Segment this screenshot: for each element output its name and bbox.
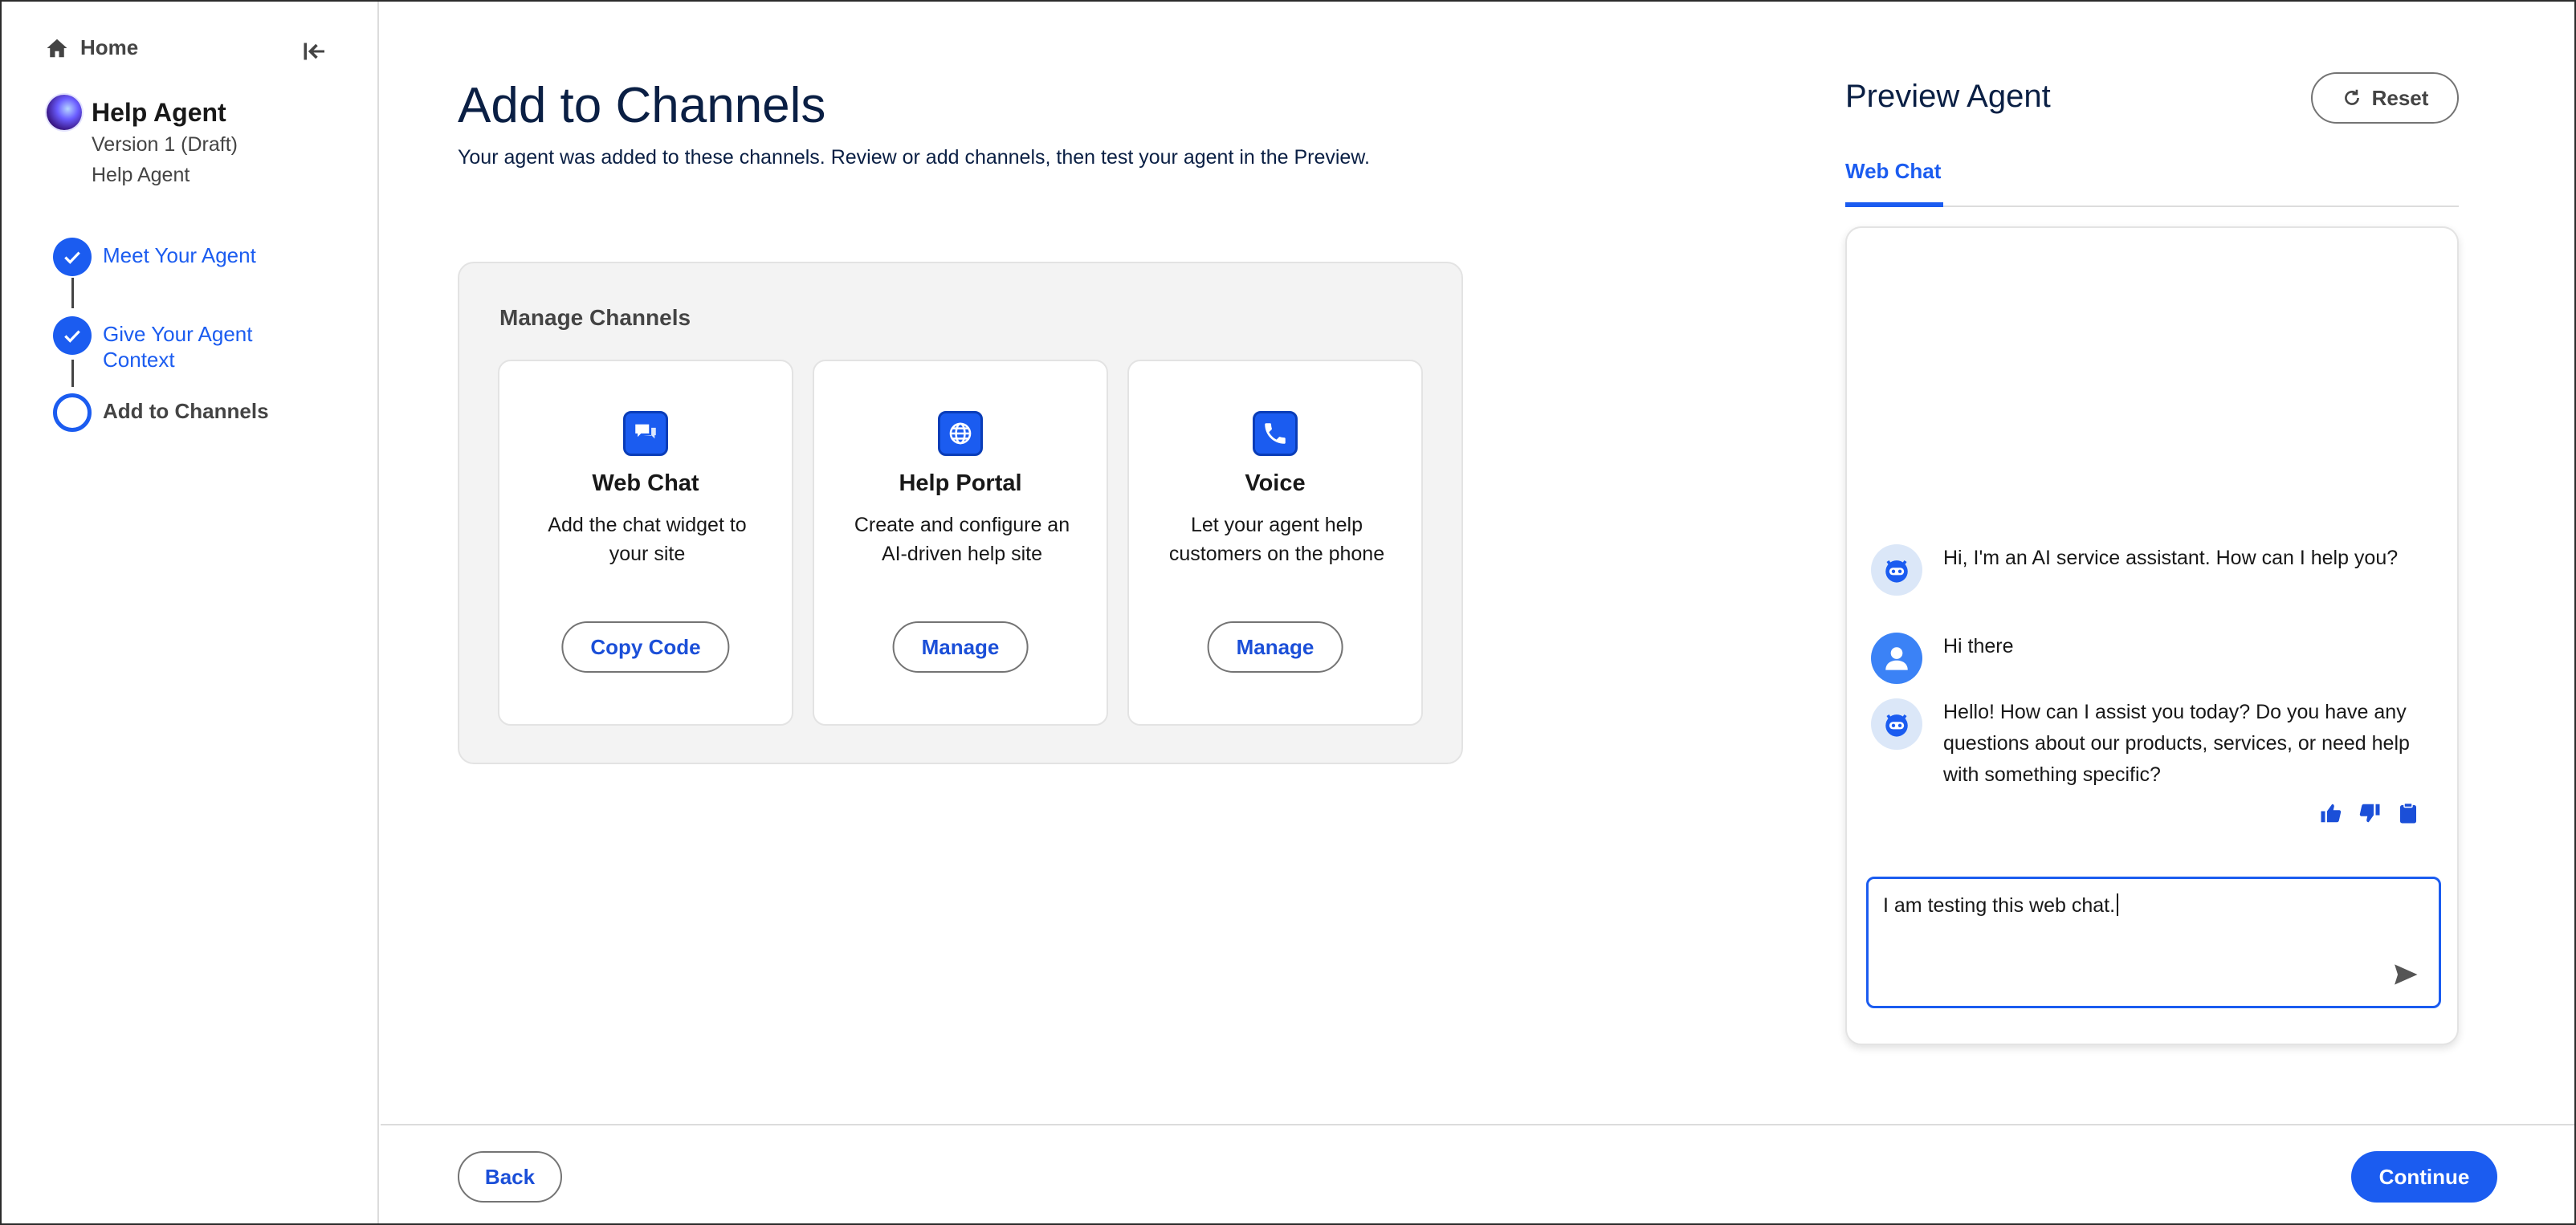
thumbs-down-icon[interactable] <box>2358 801 2382 825</box>
chat-bubble-icon <box>623 411 668 456</box>
clipboard-icon[interactable] <box>2396 801 2420 825</box>
check-icon <box>53 238 92 276</box>
continue-button[interactable]: Continue <box>2351 1151 2497 1203</box>
user-avatar-icon <box>1871 633 1922 684</box>
step-add-to-channels[interactable]: Add to Channels <box>53 393 269 432</box>
agent-version: Version 1 (Draft) <box>92 133 238 156</box>
manage-help-portal-button[interactable]: Manage <box>892 621 1029 673</box>
step-label-line-1: Give Your Agent <box>103 322 253 346</box>
reset-button[interactable]: Reset <box>2311 72 2459 124</box>
home-link[interactable]: Home <box>45 35 138 60</box>
back-button[interactable]: Back <box>458 1151 562 1203</box>
chat-window: Hi, I'm an AI service assistant. How can… <box>1845 226 2459 1045</box>
copy-code-button[interactable]: Copy Code <box>561 621 730 673</box>
card-description: Let your agent help customers on the pho… <box>1168 514 1385 565</box>
chat-message-bot: Hello! How can I assist you today? Do yo… <box>1871 698 2425 791</box>
manage-channels-panel: Manage Channels Web Chat Add the chat wi… <box>458 262 1463 764</box>
collapse-sidebar-icon[interactable] <box>300 37 329 66</box>
tab-web-chat[interactable]: Web Chat <box>1845 157 1943 207</box>
bot-avatar-icon <box>1871 544 1922 596</box>
preview-title: Preview Agent <box>1845 79 2051 114</box>
agent-name: Help Agent <box>92 98 226 127</box>
chat-message-user: Hi there <box>1871 633 2425 684</box>
step-meet-your-agent[interactable]: Meet Your Agent <box>53 238 256 276</box>
manage-channels-title: Manage Channels <box>499 305 691 330</box>
card-description: Add the chat widget to your site <box>548 514 747 565</box>
preview-tabs: Web Chat <box>1845 157 2459 207</box>
page-title: Add to Channels <box>458 78 826 133</box>
refresh-icon <box>2344 89 2359 105</box>
send-icon[interactable] <box>2392 961 2419 988</box>
current-step-circle-icon <box>53 393 92 432</box>
chat-input-value: I am testing this web chat. <box>1883 894 2116 917</box>
check-icon <box>53 316 92 355</box>
reset-label: Reset <box>2371 85 2429 110</box>
card-title: Help Portal <box>899 470 1022 496</box>
card-title: Voice <box>1245 470 1306 496</box>
step-connector <box>71 278 74 308</box>
text-caret <box>2117 893 2119 916</box>
message-text: Hi, I'm an AI service assistant. How can… <box>1943 547 2399 569</box>
step-label-line-2: Context <box>103 348 175 372</box>
home-icon <box>47 39 67 57</box>
channel-card-voice: Voice Let your agent help customers on t… <box>1127 360 1423 726</box>
chat-input-text: I am testing this web chat. <box>1883 893 2119 918</box>
step-give-context[interactable]: Give Your Agent Context <box>53 316 252 372</box>
step-label: Add to Channels <box>103 399 269 423</box>
chat-message-bot: Hi, I'm an AI service assistant. How can… <box>1871 544 2425 596</box>
globe-icon <box>938 411 983 456</box>
bot-avatar-icon <box>1871 698 1922 750</box>
chat-input[interactable]: I am testing this web chat. <box>1866 877 2441 1008</box>
channel-card-web-chat: Web Chat Add the chat widget to your sit… <box>498 360 793 726</box>
message-text: Hello! How can I assist you today? Do yo… <box>1943 701 2410 786</box>
card-description: Create and configure an AI-driven help s… <box>854 514 1070 565</box>
message-feedback <box>2319 801 2420 825</box>
agent-subtitle: Help Agent <box>92 164 190 186</box>
step-connector <box>71 360 74 387</box>
card-title: Web Chat <box>592 470 699 496</box>
page-subtitle: Your agent was added to these channels. … <box>458 146 1370 169</box>
message-text: Hi there <box>1943 635 2014 657</box>
footer-bar: Back Continue <box>381 1124 2574 1223</box>
thumbs-up-icon[interactable] <box>2319 801 2343 825</box>
agent-avatar <box>47 95 82 130</box>
home-label: Home <box>80 35 139 59</box>
manage-voice-button[interactable]: Manage <box>1207 621 1343 673</box>
sidebar: Home Help Agent Version 1 (Draft) Help A… <box>2 2 379 1223</box>
step-label: Meet Your Agent <box>103 243 256 267</box>
step-label: Give Your Agent Context <box>103 321 252 372</box>
phone-icon <box>1253 411 1298 456</box>
channel-card-help-portal: Help Portal Create and configure an AI-d… <box>813 360 1108 726</box>
